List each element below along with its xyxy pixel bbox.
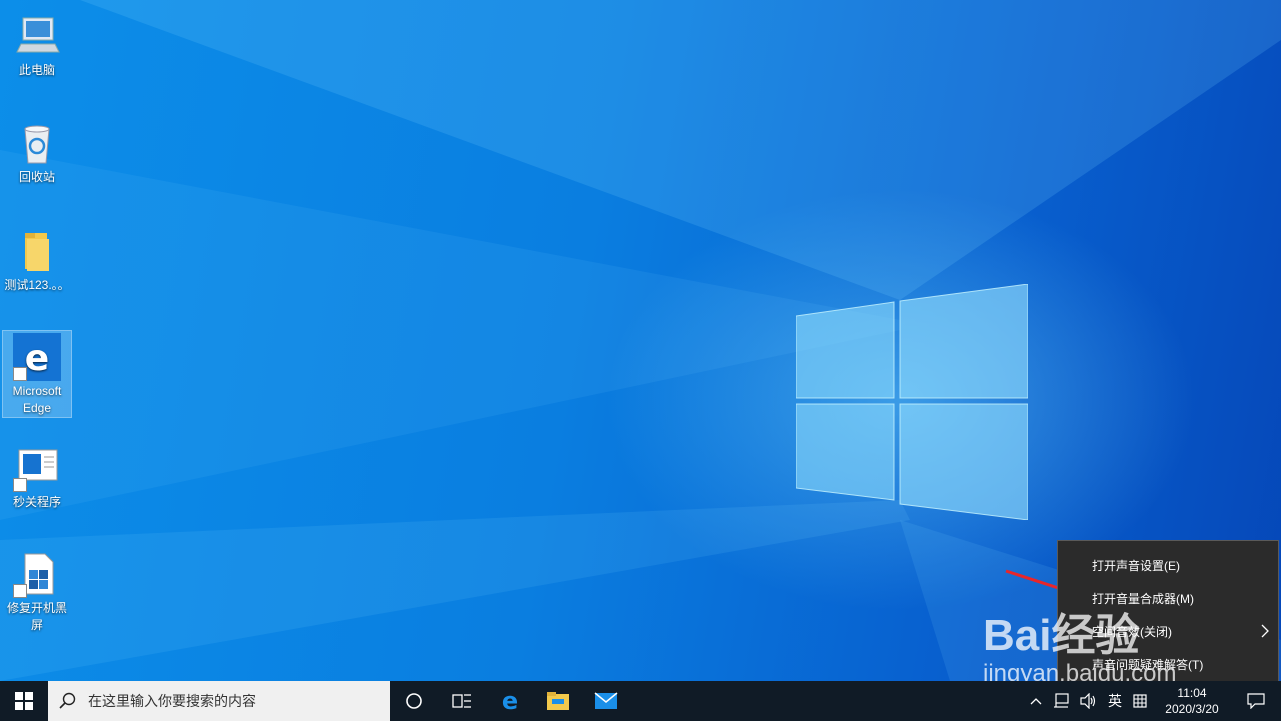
desktop-icon-recycle-bin[interactable]: 回收站: [3, 115, 71, 186]
language-indicator: 英: [1108, 693, 1122, 709]
edge-icon: e: [13, 333, 61, 381]
shortcut-arrow-icon: [13, 367, 27, 381]
desktop-icon-edge[interactable]: e Microsoft Edge: [2, 330, 72, 418]
recycle-bin-icon: [13, 119, 61, 167]
desktop-icon-this-pc[interactable]: 此电脑: [3, 8, 71, 79]
chevron-right-icon: [1261, 624, 1269, 638]
clock-time: 11:04: [1177, 686, 1207, 700]
desktop[interactable]: 此电脑 回收站 测试123.。。 e Microsoft Edge 秒关程序 修…: [0, 0, 1281, 681]
desktop-icon-label: 此电脑: [18, 63, 55, 77]
network-button[interactable]: [1047, 681, 1075, 721]
search-icon: [48, 692, 88, 710]
desktop-icon-repair[interactable]: 修复开机黑屏: [3, 546, 71, 634]
shortcut-arrow-icon: [13, 478, 27, 492]
volume-context-menu: 打开声音设置(E) 打开音量合成器(M) 空间音效(关闭) 声音问题疑难解答(T…: [1057, 540, 1279, 681]
cortana-button[interactable]: [390, 681, 438, 721]
svg-text:e: e: [502, 689, 518, 713]
windows-logo: [796, 284, 1028, 520]
show-hidden-icons-button[interactable]: [1025, 681, 1047, 721]
desktop-icon-folder[interactable]: 测试123.。。: [3, 223, 71, 294]
menu-item-spatial-sound[interactable]: 空间音效(关闭): [1058, 615, 1278, 648]
chevron-up-icon: [1030, 698, 1042, 705]
action-center-button[interactable]: [1231, 681, 1281, 721]
clock-date: 2020/3/20: [1165, 702, 1219, 716]
desktop-icon-label: 回收站: [18, 170, 55, 184]
desktop-icon-label: Microsoft Edge: [12, 384, 62, 415]
repair-tool-icon: [13, 550, 61, 598]
menu-item-label: 打开音量合成器(M): [1092, 592, 1194, 606]
menu-item-volume-mixer[interactable]: 打开音量合成器(M): [1058, 582, 1278, 615]
edge-icon: e: [502, 689, 518, 713]
input-mode-button[interactable]: [1127, 681, 1153, 721]
shortcut-arrow-icon: [13, 584, 27, 598]
program-shortcut-icon: [13, 444, 61, 492]
menu-item-troubleshoot[interactable]: 声音问题疑难解答(T): [1058, 648, 1278, 681]
network-icon: [1054, 693, 1069, 708]
taskbar: 在这里输入你要搜索的内容 e 英 11:04 2020/3/20: [0, 681, 1281, 721]
system-tray: 英 11:04 2020/3/20: [1025, 681, 1281, 721]
input-language-button[interactable]: 英: [1103, 681, 1127, 721]
search-placeholder: 在这里输入你要搜索的内容: [88, 693, 256, 709]
taskbar-clock[interactable]: 11:04 2020/3/20: [1153, 685, 1231, 717]
folder-icon: [13, 227, 61, 275]
input-mode-grid-icon: [1133, 694, 1147, 708]
menu-item-label: 打开声音设置(E): [1092, 559, 1180, 573]
taskbar-edge-button[interactable]: e: [486, 681, 534, 721]
cortana-icon: [406, 693, 422, 709]
task-view-icon: [452, 694, 471, 708]
desktop-icon-label: 秒关程序: [12, 495, 61, 509]
desktop-icon-label: 修复开机黑屏: [6, 601, 67, 632]
speaker-icon: [1080, 693, 1096, 709]
menu-item-label: 声音问题疑难解答(T): [1092, 658, 1204, 672]
mail-icon: [594, 692, 618, 709]
file-explorer-icon: [547, 692, 569, 710]
menu-item-label: 空间音效(关闭): [1092, 625, 1172, 639]
desktop-icon-shutdown-program[interactable]: 秒关程序: [3, 440, 71, 511]
taskbar-file-explorer-button[interactable]: [534, 681, 582, 721]
computer-icon: [13, 12, 61, 60]
task-view-button[interactable]: [438, 681, 486, 721]
windows-start-icon: [15, 692, 33, 710]
svg-text:e: e: [25, 338, 49, 379]
notification-icon: [1247, 693, 1265, 709]
volume-button[interactable]: [1075, 681, 1103, 721]
taskbar-mail-button[interactable]: [582, 681, 630, 721]
taskbar-search-box[interactable]: 在这里输入你要搜索的内容: [48, 681, 390, 721]
menu-item-sound-settings[interactable]: 打开声音设置(E): [1058, 549, 1278, 582]
start-button[interactable]: [0, 681, 48, 721]
desktop-icon-label: 测试123.。。: [4, 278, 70, 292]
